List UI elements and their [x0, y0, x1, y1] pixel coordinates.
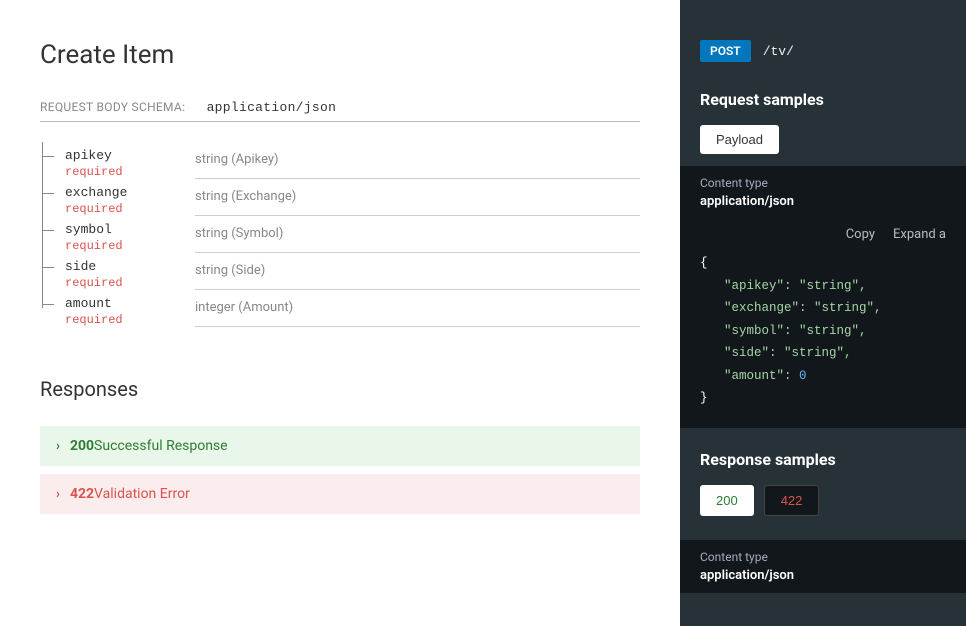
content-type-value-2: application/json — [700, 568, 946, 583]
code-block: {"apikey": "string","exchange": "string"… — [680, 246, 966, 428]
property-description: string (Exchange) — [195, 179, 640, 216]
response-code: 422 — [70, 486, 94, 502]
content-type-label-2: Content type — [700, 550, 946, 564]
copy-button[interactable]: Copy — [846, 227, 875, 242]
property-name: side — [65, 259, 96, 274]
content-type-label: Content type — [700, 176, 946, 190]
property-name: exchange — [65, 185, 127, 200]
property-name-col: exchange required — [40, 179, 195, 216]
response-text: Successful Response — [94, 438, 228, 454]
property-name: amount — [65, 296, 112, 311]
properties-list: apikey required string (Apikey) exchange… — [40, 142, 640, 327]
response-tab-422[interactable]: 422 — [764, 485, 820, 516]
content-type-value: application/json — [700, 194, 946, 209]
property-description: string (Side) — [195, 253, 640, 290]
responses-title: Responses — [40, 377, 640, 401]
endpoint-row[interactable]: POST /tv/ — [700, 40, 946, 62]
chevron-right-icon: › — [56, 439, 60, 454]
response-row-200[interactable]: › 200 Successful Response — [40, 426, 640, 466]
property-required: required — [65, 313, 195, 327]
page-title: Create Item — [40, 40, 640, 70]
response-tab-200[interactable]: 200 — [700, 485, 754, 516]
property-row: symbol required string (Symbol) — [40, 216, 640, 253]
response-tabs: 200 422 — [700, 485, 946, 528]
payload-tab[interactable]: Payload — [700, 125, 779, 154]
property-required: required — [65, 165, 195, 179]
property-name: symbol — [65, 222, 112, 237]
endpoint-path: /tv/ — [763, 44, 794, 59]
responses-list: › 200 Successful Response › 422 Validation … — [40, 426, 640, 514]
schema-label: REQUEST BODY SCHEMA: — [40, 100, 185, 114]
property-row: side required string (Side) — [40, 253, 640, 290]
property-name-col: side required — [40, 253, 195, 290]
response-sample-block: Content type application/json — [680, 540, 966, 593]
property-name-col: amount required — [40, 290, 195, 327]
property-description: integer (Amount) — [195, 290, 640, 327]
request-sample-block: Content type application/json Copy Expan… — [680, 166, 966, 428]
property-name-col: symbol required — [40, 216, 195, 253]
documentation-panel: Create Item REQUEST BODY SCHEMA: applica… — [0, 0, 680, 626]
schema-header: REQUEST BODY SCHEMA: application/json — [40, 100, 640, 122]
response-text: Validation Error — [94, 486, 190, 502]
expand-button[interactable]: Expand a — [893, 227, 946, 242]
chevron-right-icon: › — [56, 487, 60, 502]
schema-value: application/json — [207, 100, 337, 115]
property-description: string (Apikey) — [195, 142, 640, 179]
code-actions: Copy Expand a — [680, 219, 966, 246]
property-required: required — [65, 202, 195, 216]
property-description: string (Symbol) — [195, 216, 640, 253]
property-row: apikey required string (Apikey) — [40, 142, 640, 179]
property-row: amount required integer (Amount) — [40, 290, 640, 327]
property-required: required — [65, 239, 195, 253]
property-row: exchange required string (Exchange) — [40, 179, 640, 216]
property-name: apikey — [65, 148, 112, 163]
samples-panel: POST /tv/ Request samples Payload Conten… — [680, 0, 966, 626]
property-name-col: apikey required — [40, 142, 195, 179]
response-row-422[interactable]: › 422 Validation Error — [40, 474, 640, 514]
property-required: required — [65, 276, 195, 290]
request-samples-title: Request samples — [700, 90, 946, 109]
response-samples-title: Response samples — [700, 450, 946, 469]
response-code: 200 — [70, 438, 94, 454]
method-badge: POST — [700, 40, 751, 62]
